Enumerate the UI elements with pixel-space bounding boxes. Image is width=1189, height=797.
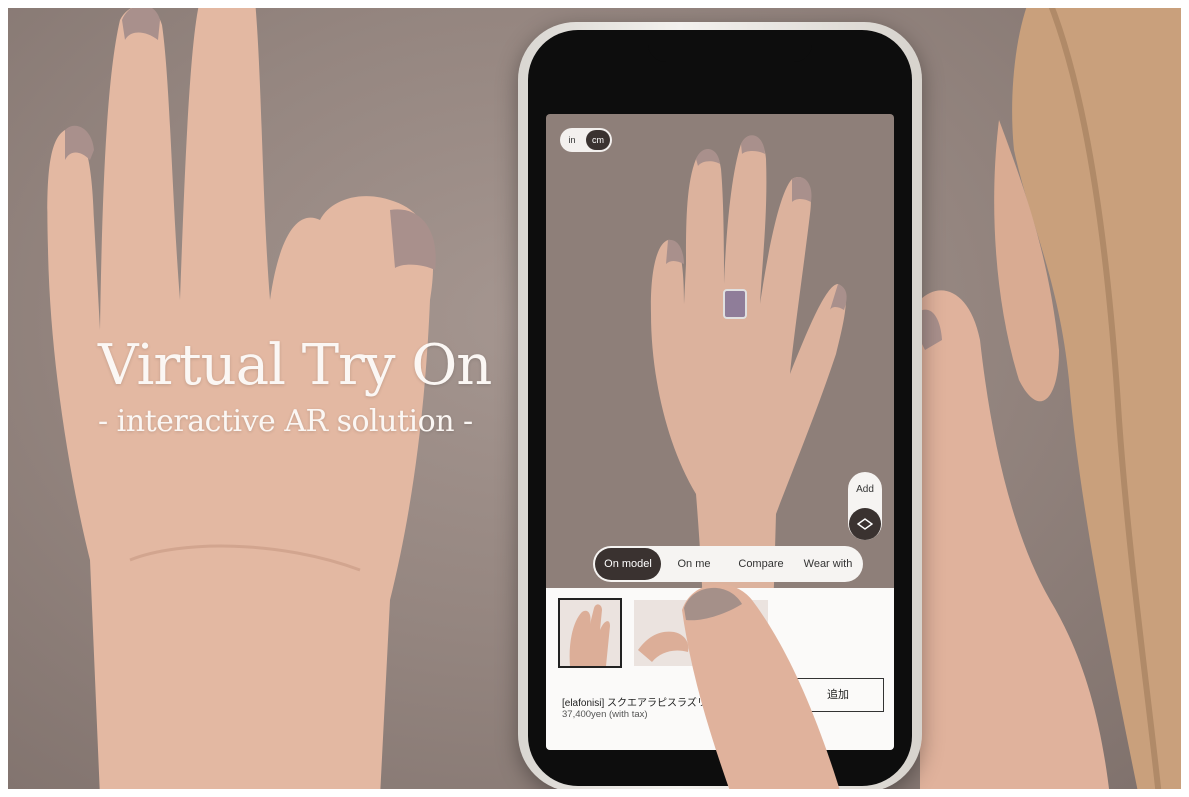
- headline: Virtual Try On - interactive AR solution…: [98, 333, 518, 440]
- hands-thumbnail-icon: [569, 604, 610, 666]
- headline-title: Virtual Try On: [98, 333, 492, 398]
- ar-promo-scene: Virtual Try On - interactive AR solution…: [0, 0, 1189, 797]
- unit-toggle[interactable]: in cm: [560, 128, 612, 152]
- add-control[interactable]: Add: [848, 472, 882, 540]
- unit-cm-option[interactable]: cm: [586, 130, 610, 150]
- unit-in-option[interactable]: in: [560, 135, 584, 145]
- ring-gem-icon: [723, 289, 747, 319]
- headline-subtitle: - interactive AR solution -: [98, 404, 473, 439]
- diamond-outline-icon: [857, 518, 873, 530]
- phone-notch: [648, 38, 812, 62]
- product-price: 37,400yen (with tax): [562, 709, 648, 720]
- product-thumbnail[interactable]: [558, 598, 622, 668]
- add-label: Add: [856, 484, 874, 495]
- tapping-finger-image: [682, 583, 842, 797]
- add-button[interactable]: [849, 508, 881, 540]
- tab-on-model[interactable]: On model: [595, 548, 661, 580]
